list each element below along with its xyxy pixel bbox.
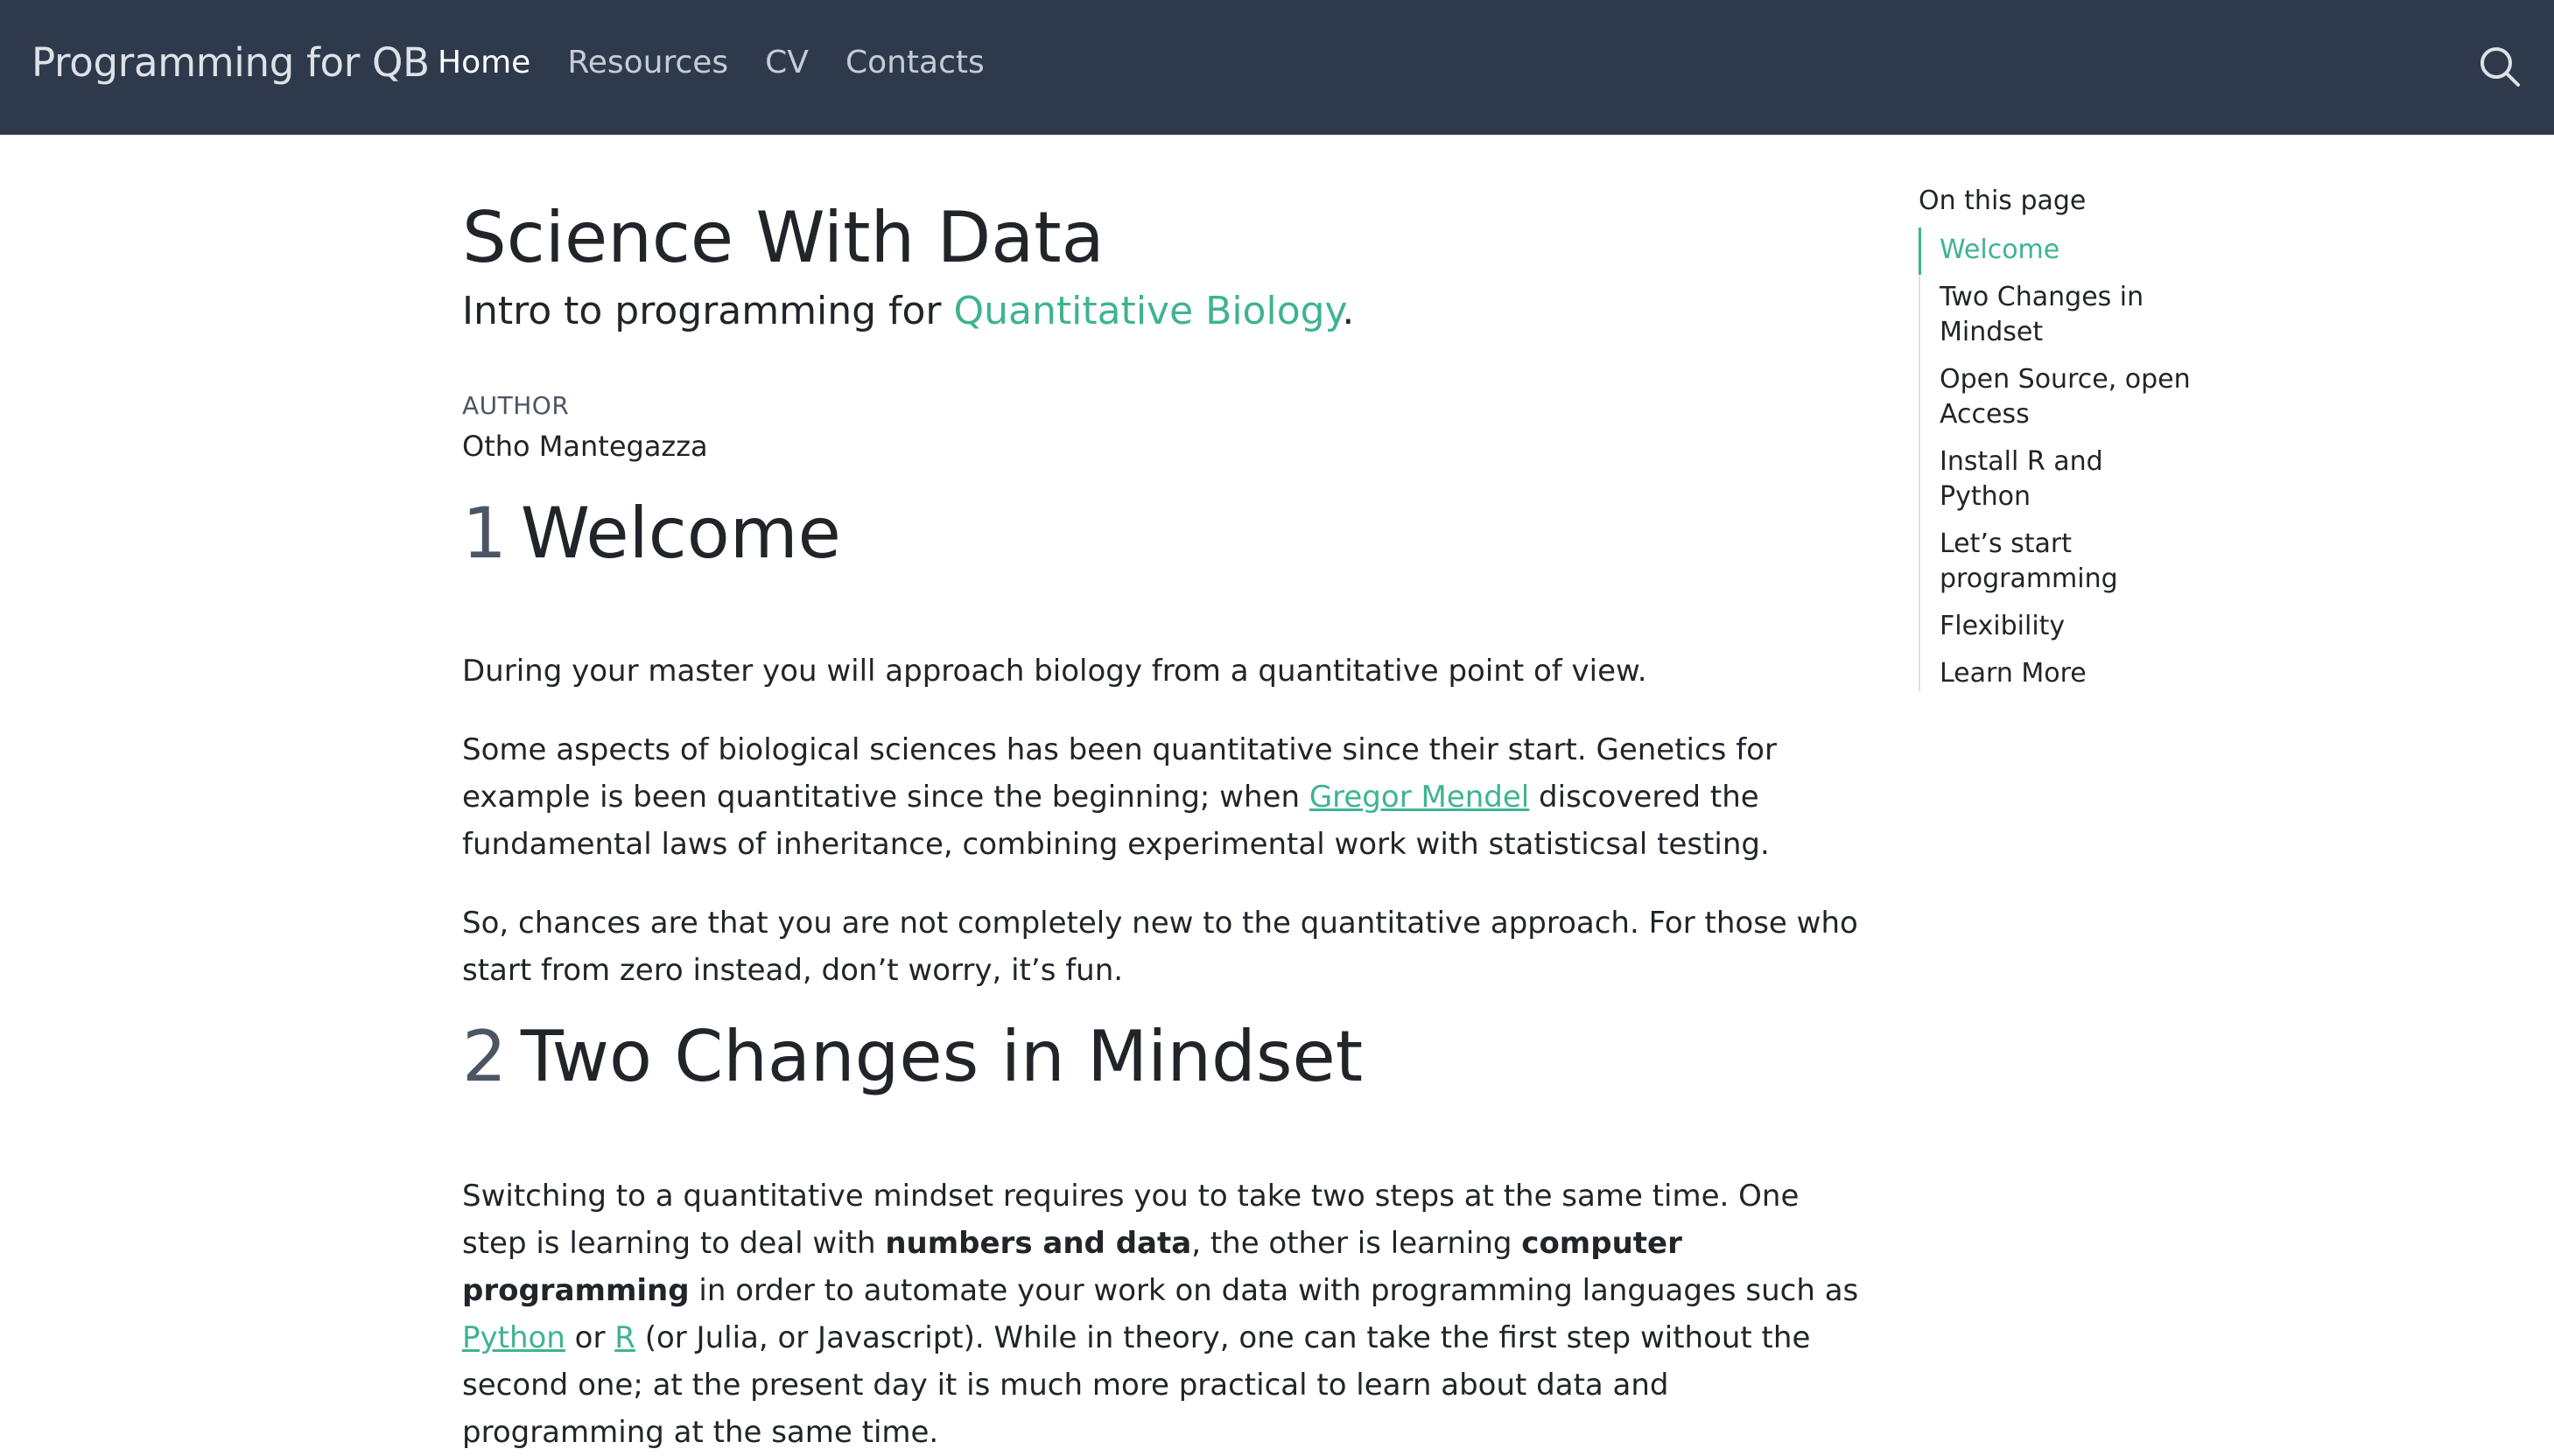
author-name: Otho Mantegazza <box>462 430 708 463</box>
page-subtitle: Intro to programming for Quantitative Bi… <box>462 285 1354 338</box>
section-heading-two-changes: 2 Two Changes in Mindset <box>462 1012 1363 1102</box>
site-brand-link[interactable]: Programming for QB <box>32 35 430 91</box>
section-title: Welcome <box>520 493 841 574</box>
toc-item-flexibility[interactable]: Flexibility <box>1940 609 2202 644</box>
toc-item-start-programming[interactable]: Let’s start programming <box>1940 527 2202 597</box>
nav-link-cv[interactable]: CV <box>765 35 809 91</box>
toc-item-install[interactable]: Install R and Python <box>1940 444 2202 514</box>
nav-link-home[interactable]: Home <box>438 35 530 91</box>
nav-link-resources[interactable]: Resources <box>567 35 728 91</box>
paragraph-text: (or Julia, or Javascript). While in theo… <box>462 1320 1811 1450</box>
paragraph-text: , the other is learning <box>1191 1226 1522 1261</box>
welcome-paragraph-2: Some aspects of biological sciences has … <box>462 726 1863 868</box>
section-number: 2 <box>462 1016 507 1097</box>
toc-item-open-source[interactable]: Open Source, open Access <box>1940 362 2202 432</box>
welcome-paragraph-1: During your master you will approach bio… <box>462 654 1647 689</box>
page-title: Science With Data <box>462 197 1105 278</box>
toc-list: Welcome Two Changes in Mindset Open Sour… <box>1919 228 2269 691</box>
section-number: 1 <box>462 493 507 574</box>
section-title: Two Changes in Mindset <box>520 1016 1364 1097</box>
quantitative-biology-link[interactable]: Quantitative Biology <box>954 289 1343 333</box>
table-of-contents: On this page Welcome Two Changes in Mind… <box>1919 180 2269 704</box>
toc-title: On this page <box>1919 186 2087 216</box>
welcome-paragraph-3: So, chances are that you are not complet… <box>462 906 1858 988</box>
bold-numbers-and-data: numbers and data <box>885 1226 1192 1261</box>
subtitle-suffix: . <box>1342 289 1355 333</box>
paragraph-text: or <box>565 1320 615 1355</box>
subtitle-text: Intro to programming for <box>462 289 954 333</box>
nav-link-contacts[interactable]: Contacts <box>845 35 985 91</box>
main-nav: Home Resources CV Contacts <box>438 35 1021 91</box>
gregor-mendel-link[interactable]: Gregor Mendel <box>1309 780 1529 815</box>
r-link[interactable]: R <box>614 1320 635 1355</box>
toc-item-learn-more[interactable]: Learn More <box>1940 656 2202 691</box>
search-button[interactable] <box>2477 44 2522 89</box>
toc-item-welcome[interactable]: Welcome <box>1919 228 2202 275</box>
paragraph-text: in order to automate your work on data w… <box>689 1273 1859 1308</box>
top-navbar: Programming for QB Home Resources CV Con… <box>0 0 2554 135</box>
python-link[interactable]: Python <box>462 1320 565 1355</box>
section-heading-welcome: 1 Welcome <box>462 488 841 579</box>
toc-item-two-changes[interactable]: Two Changes in Mindset <box>1940 280 2202 350</box>
mindset-paragraph-1: Switching to a quantitative mindset requ… <box>462 1172 1863 1456</box>
search-icon <box>2480 47 2520 87</box>
author-label: AUTHOR <box>462 391 570 420</box>
